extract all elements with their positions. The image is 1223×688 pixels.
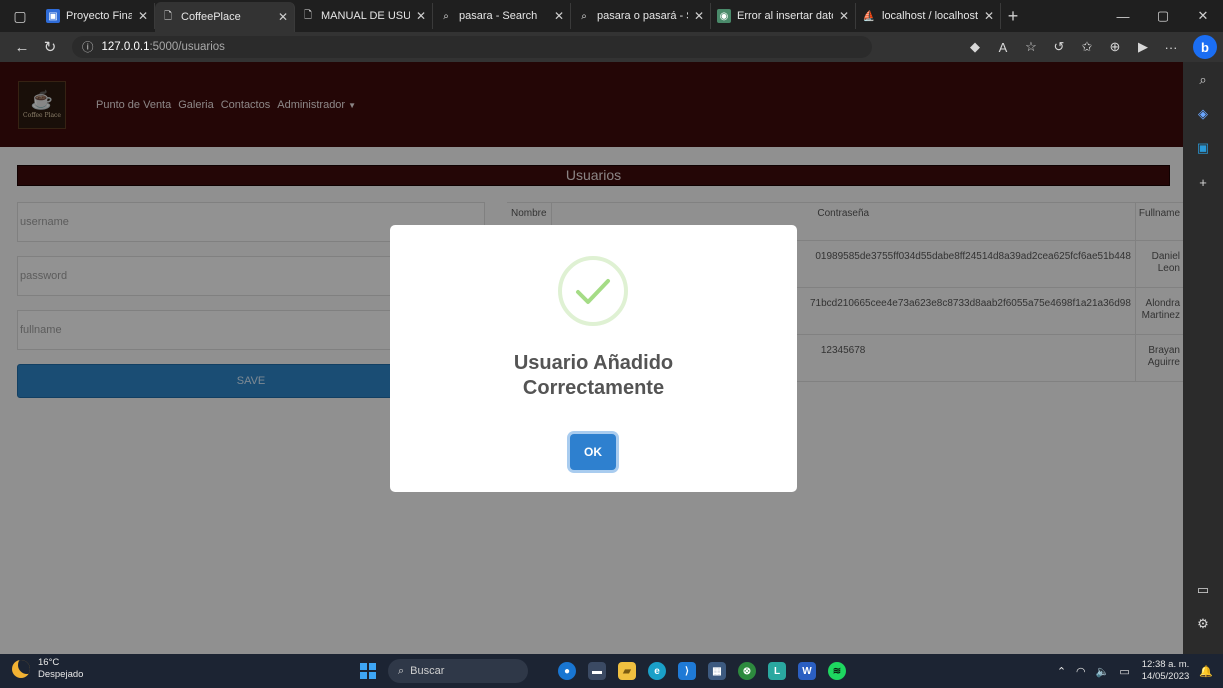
tab-title: CoffeePlace [181,11,241,23]
web-page: ☕ Coffee Place Punto de Venta Galeria Co… [0,62,1183,654]
ok-button[interactable]: OK [570,434,616,470]
browser-toolbar: ← ↻ ⓘ 127.0.0.1:5000/usuarios ◆ A ☆ ↺ ✩ … [0,32,1223,62]
refresh-page-icon[interactable]: ↺ [1045,39,1073,55]
sidebar-layout-icon[interactable]: ▭ [1191,578,1215,602]
document-icon: 🗋 [163,10,173,22]
success-check-icon [558,256,628,326]
collections-icon[interactable]: ⊕ [1101,39,1129,55]
window-controls: — ▢ ✕ [1103,0,1223,32]
stackoverflow-icon: ◉ [717,9,731,23]
read-aloud-icon[interactable]: A [989,40,1017,55]
refresh-icon[interactable]: ↻ [36,38,64,56]
tab-title: localhost / localhost / [882,10,978,22]
tab-title: Proyecto Final de la m [66,10,132,22]
tab-manual-de-usuario[interactable]: 🗋 MANUAL DE USUARIO ✕ [295,3,433,29]
address-bar[interactable]: ⓘ 127.0.0.1:5000/usuarios [72,36,872,58]
weather-text: 16°C Despejado [38,657,83,681]
sidebar-search-icon[interactable]: ⌕ [1191,68,1215,92]
wifi-icon[interactable]: ◠ [1076,665,1086,678]
bing-chat-icon[interactable]: b [1193,35,1217,59]
sidebar-shopping-icon[interactable]: ◈ [1191,102,1215,126]
tab-coffeeplace[interactable]: 🗋 CoffeePlace ✕ [155,2,295,32]
taskbar-apps: ⌕ Buscar ● ▬ ▰ e ⟩ ▦ ⊗ L W ≋ [360,658,858,684]
word-icon[interactable]: W [798,662,816,680]
tab-title: MANUAL DE USUARIO [321,10,410,22]
spotify-icon[interactable]: ≋ [828,662,846,680]
search-icon: ⌕ [398,664,405,677]
url-host: 127.0.0.1 [101,41,150,53]
url-path: :5000/usuarios [149,41,225,53]
tab-title: pasara - Search [459,10,538,22]
xbox-icon[interactable]: ⊗ [738,662,756,680]
tab-proyecto-final[interactable]: ▣ Proyecto Final de la m ✕ [40,3,155,29]
tab-title: Error al insertar datos. [737,10,833,22]
browser-tab-strip: ▢ ▣ Proyecto Final de la m ✕ 🗋 CoffeePla… [0,0,1223,32]
more-icon[interactable]: ··· [1157,40,1185,55]
moon-icon [12,660,30,678]
new-tab-icon[interactable]: + [1001,6,1025,27]
sidebar-settings-icon[interactable]: ⚙ [1191,612,1215,636]
weather-condition: Despejado [38,669,84,680]
tab-title: pasara o pasará - Sear [597,10,688,22]
close-icon[interactable]: ✕ [278,10,288,24]
sidebar-add-icon[interactable]: + [1191,170,1215,194]
slides-icon: ▣ [46,9,60,23]
battery-icon[interactable]: ▭ [1119,665,1129,678]
edge-sidebar: ⌕ ◈ ▣ + ▭ ⚙ [1183,62,1223,654]
tab-pasara-o-pasara[interactable]: ⌕ pasara o pasará - Sear ✕ [571,3,711,29]
restore-icon[interactable]: ▢ [1143,8,1183,24]
tab-pasara-search[interactable]: ⌕ pasara - Search ✕ [433,3,571,29]
close-icon[interactable]: ✕ [839,9,849,23]
dialog-title-line1: Usuario Añadido [513,352,674,374]
phpmyadmin-icon: ⛵ [862,10,876,22]
document-icon: 🗋 [303,9,313,21]
clock-date: 14/05/2023 [1141,671,1190,682]
search-icon: ⌕ [581,10,587,22]
file-explorer-icon[interactable]: ▰ [618,662,636,680]
back-icon[interactable]: ← [8,39,36,56]
windows-start-icon[interactable] [360,663,376,679]
favorites-icon[interactable]: ✩ [1073,39,1101,55]
weather-widget[interactable]: 16°C Despejado [12,657,83,681]
dialog-title: Usuario Añadido Correctamente [390,351,797,401]
system-tray: ⌃ ◠ 🔈 ▭ 12:38 a. m. 14/05/2023 🔔 [1047,658,1213,684]
app-l-icon[interactable]: L [768,662,786,680]
close-icon[interactable]: ✕ [554,9,564,23]
toolbar-icons: ◆ A ☆ ↺ ✩ ⊕ ▶ ··· [961,32,1185,62]
tab-error-al-insertar[interactable]: ◉ Error al insertar datos. ✕ [711,3,856,29]
clock-time: 12:38 a. m. [1141,659,1190,670]
success-dialog: Usuario Añadido Correctamente OK [390,225,797,492]
minimize-icon[interactable]: — [1103,9,1143,24]
edge-icon[interactable]: e [648,662,666,680]
notifications-icon[interactable]: 🔔 [1199,665,1213,678]
task-view-icon[interactable]: ▬ [588,662,606,680]
taskbar-search-label: Buscar [410,665,445,677]
windows-taskbar: 16°C Despejado ⌕ Buscar ● ▬ ▰ e ⟩ ▦ ⊗ L … [0,654,1223,688]
tag-icon[interactable]: ◆ [961,39,989,55]
clock[interactable]: 12:38 a. m. 14/05/2023 [1142,659,1190,683]
close-icon[interactable]: ✕ [694,9,704,23]
tab-actions-icon[interactable]: ▢ [0,0,40,32]
weather-temp: 16°C [38,657,60,668]
copilot-icon[interactable]: ● [558,662,576,680]
volume-icon[interactable]: 🔈 [1096,665,1110,678]
search-icon: ⌕ [443,10,449,22]
favorite-star-icon[interactable]: ☆ [1017,39,1045,55]
extension-icon[interactable]: ▶ [1129,39,1157,55]
taskbar-search[interactable]: ⌕ Buscar [388,659,528,683]
store-icon[interactable]: ▦ [708,662,726,680]
close-window-icon[interactable]: ✕ [1183,8,1223,24]
info-icon[interactable]: ⓘ [82,39,94,55]
vscode-icon[interactable]: ⟩ [678,662,696,680]
chevron-up-icon[interactable]: ⌃ [1057,665,1066,678]
dialog-title-line2: Correctamente [522,377,665,399]
tab-localhost[interactable]: ⛵ localhost / localhost / ✕ [856,3,1001,29]
sidebar-outlook-icon[interactable]: ▣ [1191,136,1215,160]
close-icon[interactable]: ✕ [138,9,148,23]
close-icon[interactable]: ✕ [984,9,994,23]
close-icon[interactable]: ✕ [416,9,426,23]
